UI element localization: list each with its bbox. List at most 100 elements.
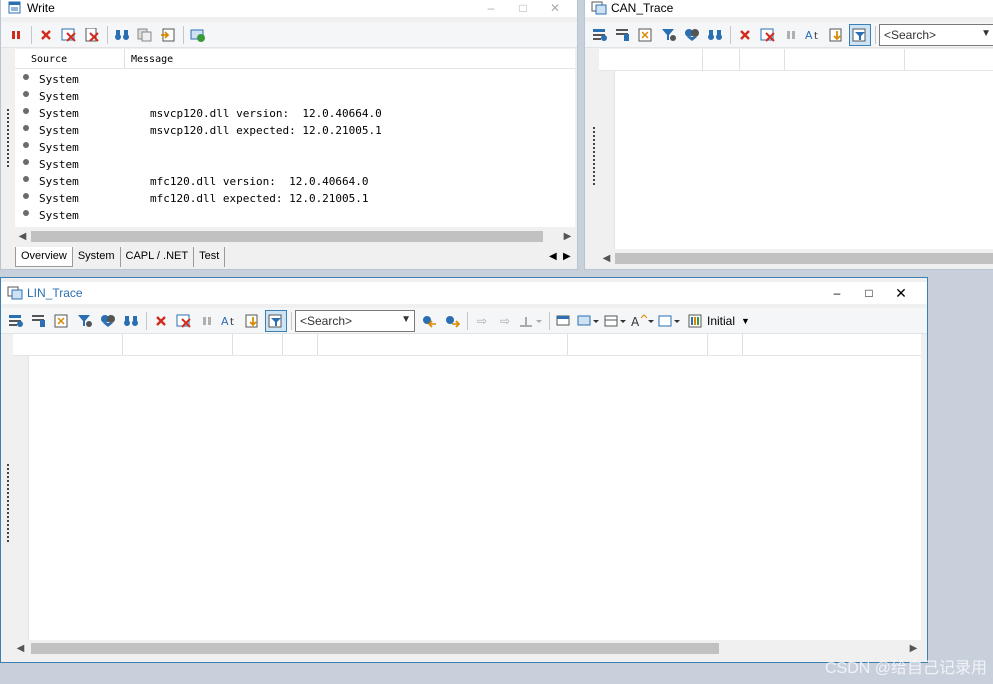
filter-group-icon[interactable] bbox=[97, 310, 119, 332]
write-titlebar[interactable]: Write – □ ✕ bbox=[1, 0, 577, 17]
lin-column[interactable] bbox=[318, 334, 568, 355]
delete-icon[interactable] bbox=[150, 310, 172, 332]
toolbar-separator bbox=[183, 25, 184, 44]
marker-icon[interactable] bbox=[517, 310, 545, 332]
bullet-icon bbox=[23, 210, 29, 216]
can-column[interactable] bbox=[785, 49, 905, 70]
export-icon[interactable] bbox=[157, 24, 179, 46]
pause-icon[interactable] bbox=[196, 310, 218, 332]
write-toolbar bbox=[1, 22, 577, 48]
toolbar-separator bbox=[467, 311, 468, 330]
lin-minimize-button[interactable]: – bbox=[821, 282, 853, 304]
svg-text:A: A bbox=[805, 29, 813, 42]
bullet-icon bbox=[23, 91, 29, 97]
layout-icon[interactable] bbox=[603, 310, 629, 332]
pause-icon[interactable] bbox=[780, 24, 802, 46]
pause-icon[interactable] bbox=[5, 24, 27, 46]
new-filter-icon[interactable] bbox=[589, 24, 611, 46]
scroll-left-icon[interactable]: ◀ bbox=[13, 641, 28, 656]
window-config-icon[interactable] bbox=[553, 310, 575, 332]
tab-scroll-left-icon[interactable]: ◀ bbox=[549, 251, 557, 262]
search-next-icon[interactable] bbox=[441, 310, 463, 332]
scroll-right-icon[interactable]: ▶ bbox=[560, 229, 575, 244]
arrow-left-icon[interactable]: ⇨ bbox=[471, 310, 493, 332]
write-window-title: Write bbox=[27, 1, 55, 15]
write-horizontal-scrollbar[interactable]: ◀ ▶ bbox=[15, 229, 575, 244]
tab-capl-net[interactable]: CAPL / .NET bbox=[121, 247, 195, 267]
find-icon[interactable] bbox=[120, 310, 142, 332]
scrollbar-thumb[interactable] bbox=[615, 253, 993, 264]
list-item: System bbox=[15, 139, 575, 156]
initial-view-icon[interactable] bbox=[684, 310, 706, 332]
network-icon[interactable] bbox=[187, 24, 209, 46]
lin-column[interactable] bbox=[283, 334, 318, 355]
lin-splitter-handle[interactable] bbox=[5, 462, 11, 544]
time-icon[interactable]: At bbox=[803, 24, 825, 46]
display-mode-icon[interactable] bbox=[576, 310, 602, 332]
scroll-left-icon[interactable]: ◀ bbox=[599, 251, 614, 266]
find-icon[interactable] bbox=[704, 24, 726, 46]
can-horizontal-scrollbar[interactable]: ◀ bbox=[599, 251, 993, 266]
lin-column[interactable] bbox=[13, 334, 123, 355]
can-column[interactable] bbox=[703, 49, 740, 70]
color-icon[interactable] bbox=[657, 310, 683, 332]
filter-active-icon[interactable] bbox=[849, 23, 871, 46]
arrow-right-icon[interactable]: ⇨ bbox=[494, 310, 516, 332]
lin-search-input[interactable]: <Search> ▼ bbox=[295, 309, 415, 332]
filter-icon[interactable] bbox=[74, 310, 96, 332]
tab-overview[interactable]: Overview bbox=[15, 247, 73, 267]
copy-icon[interactable] bbox=[134, 24, 156, 46]
search-prev-icon[interactable] bbox=[418, 310, 440, 332]
lin-column[interactable] bbox=[123, 334, 233, 355]
lin-close-button[interactable]: ✕ bbox=[885, 282, 917, 304]
filter-icon[interactable] bbox=[658, 24, 680, 46]
can-column[interactable] bbox=[740, 49, 785, 70]
can-column[interactable] bbox=[599, 49, 703, 70]
write-splitter-handle[interactable] bbox=[5, 107, 11, 169]
lin-column[interactable] bbox=[233, 334, 283, 355]
lin-horizontal-scrollbar[interactable]: ◀ ▶ bbox=[13, 641, 921, 656]
scrollbar-thumb[interactable] bbox=[31, 643, 719, 654]
can-search-input[interactable]: <Search> ▼ bbox=[879, 23, 993, 46]
columns-icon[interactable] bbox=[28, 310, 50, 332]
tab-test[interactable]: Test bbox=[194, 247, 226, 267]
write-maximize-button[interactable]: □ bbox=[507, 0, 539, 17]
chevron-down-icon[interactable]: ▼ bbox=[981, 28, 991, 39]
column-source[interactable]: Source bbox=[25, 49, 125, 68]
can-titlebar[interactable]: CAN_Trace bbox=[585, 0, 993, 17]
can-window-title: CAN_Trace bbox=[611, 1, 674, 15]
clear-icon[interactable] bbox=[173, 310, 195, 332]
clear-all-icon[interactable] bbox=[81, 24, 103, 46]
write-close-button[interactable]: ✕ bbox=[539, 0, 571, 17]
lin-maximize-button[interactable]: □ bbox=[853, 282, 885, 304]
scrollbar-thumb[interactable] bbox=[31, 231, 543, 242]
trace-window-icon bbox=[591, 1, 607, 15]
filter-group-icon[interactable] bbox=[681, 24, 703, 46]
write-minimize-button[interactable]: – bbox=[475, 0, 507, 17]
new-filter-icon[interactable] bbox=[5, 310, 27, 332]
lin-titlebar[interactable]: LIN_Trace – □ ✕ bbox=[1, 282, 927, 304]
clear-icon[interactable] bbox=[58, 24, 80, 46]
clear-icon[interactable] bbox=[757, 24, 779, 46]
tab-system[interactable]: System bbox=[73, 247, 121, 267]
list-item: System mfc120.dll version: 12.0.40664.0 bbox=[15, 173, 575, 190]
lin-column[interactable] bbox=[708, 334, 743, 355]
delete-icon[interactable] bbox=[734, 24, 756, 46]
expand-icon[interactable] bbox=[635, 24, 657, 46]
expand-icon[interactable] bbox=[51, 310, 73, 332]
font-size-icon[interactable]: A bbox=[630, 310, 656, 332]
columns-icon[interactable] bbox=[612, 24, 634, 46]
scroll-icon[interactable] bbox=[826, 24, 848, 46]
delete-icon[interactable] bbox=[35, 24, 57, 46]
time-icon[interactable]: At bbox=[219, 310, 241, 332]
can-splitter-handle[interactable] bbox=[591, 125, 597, 187]
chevron-down-icon[interactable]: ▼ bbox=[401, 314, 411, 325]
scroll-left-icon[interactable]: ◀ bbox=[15, 229, 30, 244]
filter-active-icon[interactable] bbox=[265, 309, 287, 332]
scroll-icon[interactable] bbox=[242, 310, 264, 332]
lin-column[interactable] bbox=[568, 334, 708, 355]
tab-scroll-right-icon[interactable]: ▶ bbox=[563, 251, 571, 262]
column-message[interactable]: Message bbox=[125, 49, 575, 68]
find-icon[interactable] bbox=[111, 24, 133, 46]
initial-dropdown[interactable]: Initial ▼ bbox=[707, 314, 750, 328]
